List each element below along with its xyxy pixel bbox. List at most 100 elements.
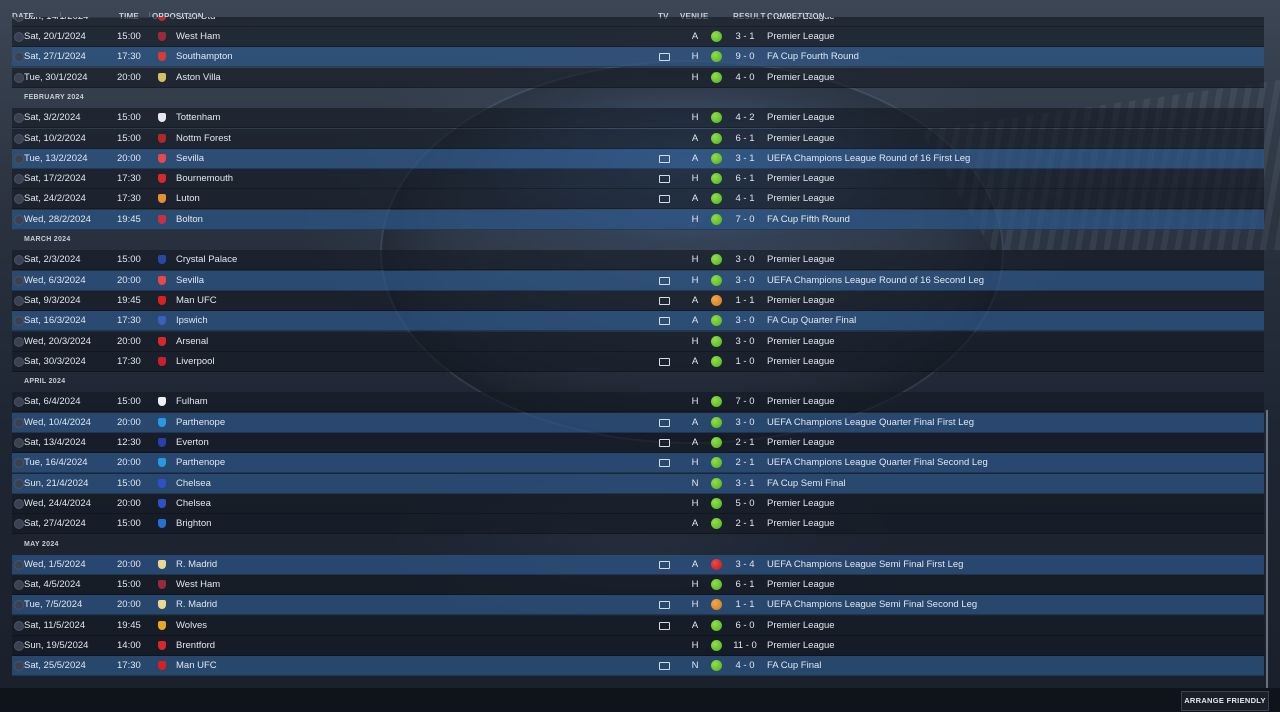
fixture-row[interactable]: Wed, 10/4/2024 20:00 Parthenope A 3 - 0 UEFA … [12, 412, 1264, 433]
fixture-row[interactable]: Sat, 9/3/2024 19:45 Man UFC A 1 - 1 Premier L… [12, 290, 1264, 311]
fixture-score[interactable]: 5 - 0 [730, 494, 760, 513]
row-select-circle[interactable] [14, 17, 24, 22]
fixture-score[interactable]: 4 - 0 [730, 68, 760, 87]
fixture-opponent[interactable]: Brentford [176, 636, 215, 655]
table-row-partial[interactable]: Sun, 14/1/2024 Sheff Utd Premier League [12, 17, 1264, 27]
row-select-circle[interactable] [14, 478, 24, 489]
fixture-opponent[interactable]: Luton [176, 189, 200, 208]
fixture-competition[interactable]: UEFA Champions League Semi Final Second … [767, 595, 977, 614]
fixture-opponent[interactable]: Parthenope [176, 413, 225, 432]
fixture-opponent[interactable]: Fulham [176, 392, 208, 411]
fixture-opponent[interactable]: Chelsea [176, 494, 211, 513]
fixture-score[interactable]: 2 - 1 [730, 514, 760, 533]
fixture-score[interactable]: 3 - 0 [730, 271, 760, 290]
fixture-competition[interactable]: Premier League [767, 17, 835, 26]
row-select-circle[interactable] [14, 194, 24, 205]
fixture-row[interactable]: Wed, 24/4/2024 20:00 Chelsea H 5 - 0 Premier … [12, 493, 1264, 514]
scrollbar[interactable] [1266, 410, 1268, 688]
fixture-opponent[interactable]: Bournemouth [176, 169, 233, 188]
row-select-circle[interactable] [14, 438, 24, 448]
row-select-circle[interactable] [14, 255, 24, 266]
fixture-opponent[interactable]: Crystal Palace [176, 250, 237, 269]
fixture-row[interactable]: Sat, 11/5/2024 19:45 Wolves A 6 - 0 Premier L… [12, 615, 1264, 636]
row-select-circle[interactable] [14, 458, 24, 469]
fixture-opponent[interactable]: Liverpool [176, 352, 215, 371]
row-select-circle[interactable] [14, 498, 24, 509]
fixture-competition[interactable]: Premier League [767, 636, 835, 655]
fixture-row[interactable]: Wed, 28/2/2024 19:45 Bolton H 7 - 0 FA Cup Fi… [12, 209, 1264, 230]
fixture-competition[interactable]: FA Cup Fifth Round [767, 210, 850, 229]
fixture-competition[interactable]: UEFA Champions League Round of 16 First … [767, 149, 970, 168]
fixture-opponent[interactable]: Bolton [176, 210, 203, 229]
fixture-score[interactable]: 9 - 0 [730, 47, 760, 66]
fixture-competition[interactable]: Premier League [767, 27, 835, 46]
fixture-row[interactable]: Sat, 27/4/2024 15:00 Brighton A 2 - 1 Premier… [12, 514, 1264, 535]
row-select-circle[interactable] [14, 356, 24, 367]
fixture-opponent[interactable]: Sevilla [176, 149, 204, 168]
fixture-score[interactable]: 6 - 1 [730, 575, 760, 594]
fixture-score[interactable]: 3 - 1 [730, 474, 760, 493]
fixture-row[interactable]: Sat, 3/2/2024 15:00 Tottenham H 4 - 2 Premier… [12, 108, 1264, 129]
fixture-opponent[interactable]: Arsenal [176, 332, 208, 351]
fixture-score[interactable]: 7 - 0 [730, 392, 760, 411]
fixture-score[interactable]: 3 - 0 [730, 250, 760, 269]
fixture-opponent[interactable]: R. Madrid [176, 595, 217, 614]
fixture-row[interactable]: Wed, 20/3/2024 20:00 Arsenal H 3 - 0 Premier … [12, 331, 1264, 352]
fixture-score[interactable]: 1 - 1 [730, 291, 760, 310]
row-select-circle[interactable] [14, 336, 24, 347]
fixture-score[interactable]: 4 - 2 [730, 108, 760, 127]
fixture-opponent[interactable]: Man UFC [176, 656, 217, 675]
fixture-score[interactable]: 3 - 1 [730, 27, 760, 46]
fixture-opponent[interactable]: Chelsea [176, 474, 211, 493]
fixture-opponent[interactable]: Nottm Forest [176, 129, 231, 148]
row-select-circle[interactable] [14, 600, 24, 611]
fixture-opponent[interactable]: Aston Villa [176, 68, 221, 87]
fixture-score[interactable]: 4 - 0 [730, 656, 760, 675]
fixture-score[interactable]: 3 - 0 [730, 332, 760, 351]
fixture-row[interactable]: Tue, 16/4/2024 20:00 Parthenope H 2 - 1 UEFA … [12, 453, 1264, 474]
fixture-score[interactable]: 3 - 0 [730, 311, 760, 330]
row-select-circle[interactable] [14, 661, 24, 672]
fixture-competition[interactable]: UEFA Champions League Semi Final First L… [767, 555, 963, 574]
fixture-competition[interactable]: Premier League [767, 514, 835, 533]
fixture-row[interactable]: Sat, 4/5/2024 15:00 West Ham H 6 - 1 Premier … [12, 575, 1264, 596]
row-select-circle[interactable] [14, 519, 24, 530]
row-select-circle[interactable] [14, 620, 24, 631]
row-select-circle[interactable] [14, 316, 24, 327]
fixture-competition[interactable]: Premier League [767, 108, 835, 127]
fixture-row[interactable]: Tue, 13/2/2024 20:00 Sevilla A 3 - 1 UEFA Cha… [12, 148, 1264, 169]
fixture-opponent[interactable]: Tottenham [176, 108, 220, 127]
fixture-row[interactable]: Sun, 19/5/2024 14:00 Brentford H 11 - 0 Premi… [12, 636, 1264, 656]
row-select-circle[interactable] [14, 72, 24, 83]
fixture-score[interactable]: 3 - 1 [730, 149, 760, 168]
fixture-row[interactable]: Sun, 21/4/2024 15:00 Chelsea N 3 - 1 FA Cup S… [12, 473, 1264, 494]
fixture-row[interactable]: Sat, 16/3/2024 17:30 Ipswich A 3 - 0 FA Cup Q… [12, 311, 1264, 332]
arrange-friendly-button[interactable]: ARRANGE FRIENDLY [1181, 691, 1269, 711]
fixture-score[interactable]: 11 - 0 [730, 636, 760, 655]
row-select-circle[interactable] [14, 397, 24, 408]
fixture-competition[interactable]: FA Cup Quarter Final [767, 311, 856, 330]
fixture-score[interactable]: 3 - 4 [730, 555, 760, 574]
fixture-score[interactable]: 3 - 0 [730, 413, 760, 432]
row-select-circle[interactable] [14, 52, 24, 63]
fixture-competition[interactable]: Premier League [767, 392, 835, 411]
fixture-opponent[interactable]: Ipswich [176, 311, 208, 330]
fixture-score[interactable]: 6 - 1 [730, 169, 760, 188]
fixture-score[interactable]: 2 - 1 [730, 433, 760, 452]
fixture-row[interactable]: Wed, 6/3/2024 20:00 Sevilla H 3 - 0 UEFA Cham… [12, 270, 1264, 291]
fixture-score[interactable]: 2 - 1 [730, 453, 760, 472]
fixture-row[interactable]: Tue, 30/1/2024 20:00 Aston Villa H 4 - 0 Prem… [12, 67, 1264, 88]
fixture-competition[interactable]: Premier League [767, 575, 835, 594]
fixture-row[interactable]: Sat, 27/1/2024 17:30 Southampton H 9 - 0 FA C… [12, 47, 1264, 68]
fixture-row[interactable]: Sat, 2/3/2024 15:00 Crystal Palace H 3 - 0 Pr… [12, 250, 1264, 271]
row-select-circle[interactable] [14, 153, 24, 164]
fixture-score[interactable]: 6 - 0 [730, 616, 760, 635]
row-select-circle[interactable] [14, 133, 24, 144]
fixture-opponent[interactable]: West Ham [176, 27, 220, 46]
fixture-competition[interactable]: Premier League [767, 616, 835, 635]
fixture-row[interactable]: Sat, 30/3/2024 17:30 Liverpool A 1 - 0 Premie… [12, 351, 1264, 372]
row-select-circle[interactable] [14, 214, 24, 225]
fixture-opponent[interactable]: Parthenope [176, 453, 225, 472]
fixture-score[interactable]: 1 - 1 [730, 595, 760, 614]
fixture-competition[interactable]: FA Cup Fourth Round [767, 47, 859, 66]
